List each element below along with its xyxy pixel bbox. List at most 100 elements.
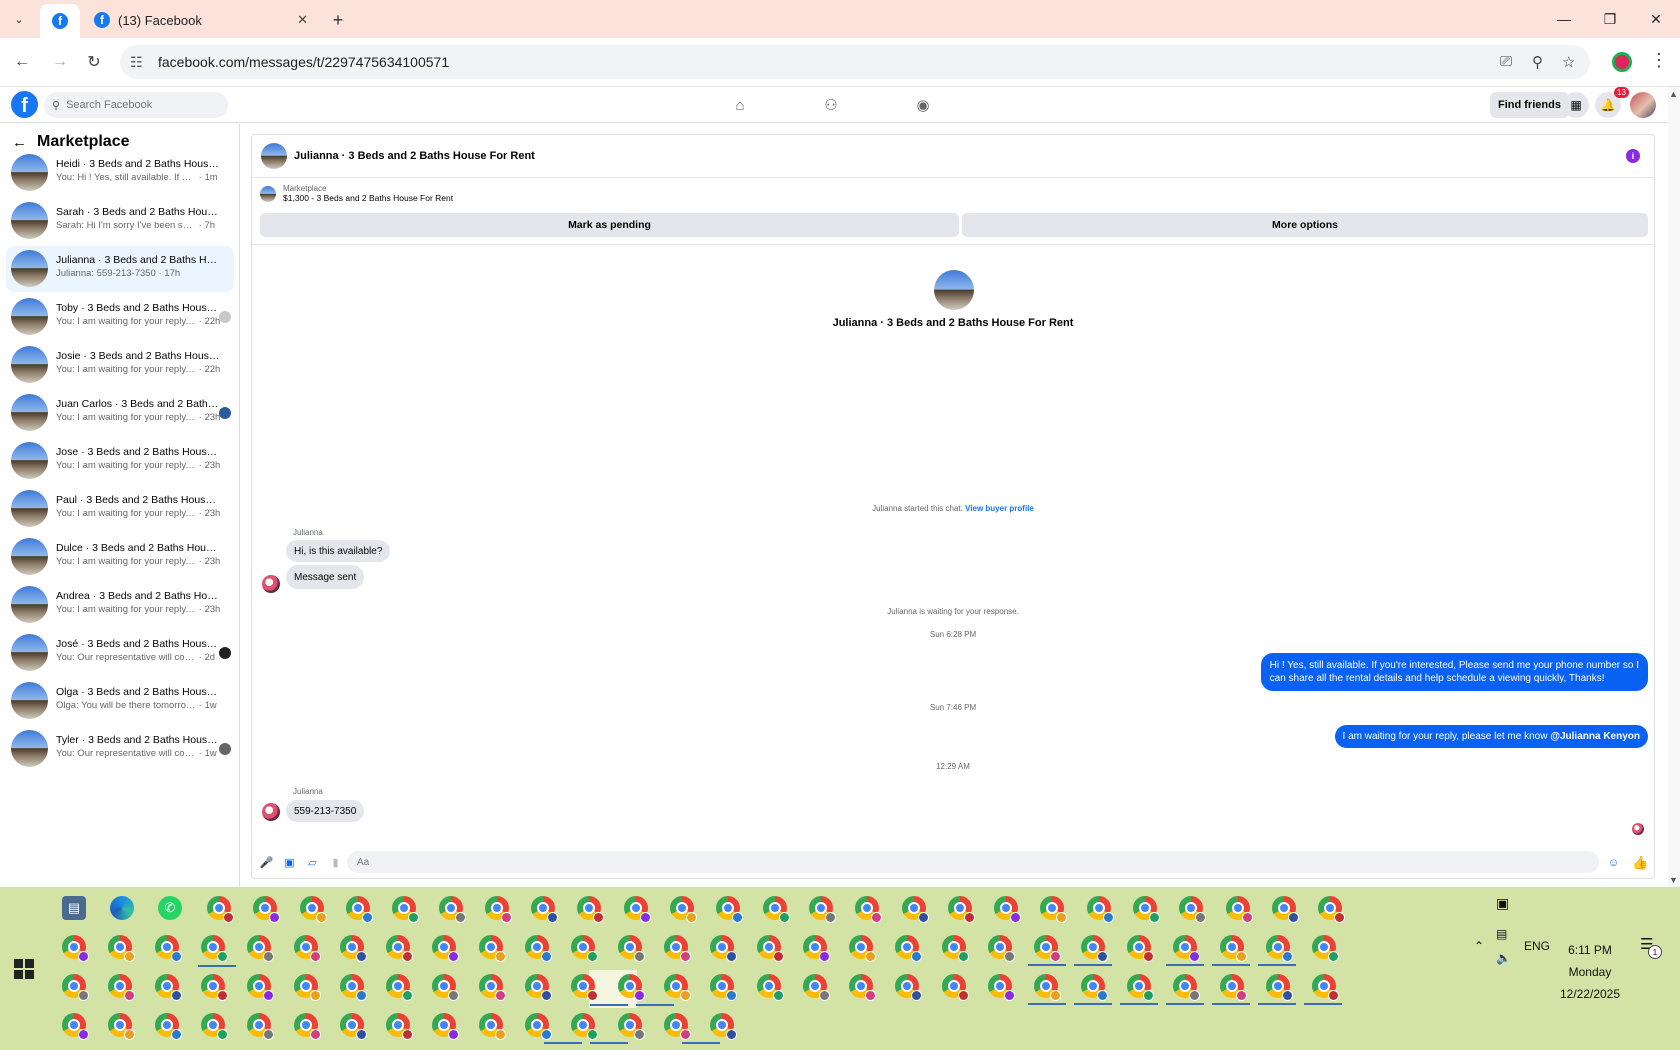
incoming-message[interactable]: 559-213-7350 [286,800,365,822]
chrome-icon[interactable] [901,896,929,923]
find-friends-button[interactable]: Find friends [1490,92,1569,118]
chrome-icon[interactable] [1034,935,1062,962]
conversation-item[interactable]: Sarah · 3 Beds and 2 Baths House For Ren… [6,198,234,244]
chrome-icon[interactable] [941,935,969,962]
page-scrollbar[interactable]: ▲ ▼ [1668,87,1680,887]
url-text[interactable]: facebook.com/messages/t/2297475634100571 [158,54,449,70]
chrome-icon[interactable] [1086,896,1114,923]
chrome-icon[interactable] [1265,974,1293,1001]
chrome-icon[interactable] [293,974,321,1001]
outgoing-message[interactable]: Hi ! Yes, still available. If you're int… [1260,653,1648,691]
chrome-icon[interactable] [247,974,275,1001]
chrome-icon[interactable] [710,1013,738,1040]
conversation-item[interactable]: Josie · 3 Beds and 2 Baths House For Ren… [6,342,234,388]
search-input[interactable] [66,99,217,111]
more-options-button[interactable]: More options [962,213,1648,237]
conversation-item[interactable]: Paul · 3 Beds and 2 Baths House For Rent… [6,486,234,532]
chrome-icon[interactable] [386,935,414,962]
chrome-icon[interactable] [525,1013,552,1040]
chrome-icon[interactable] [432,1013,460,1040]
chrome-icon[interactable] [525,974,552,1001]
chrome-icon[interactable] [207,896,234,923]
chrome-icon[interactable] [577,896,605,923]
chrome-icon[interactable] [617,974,645,1001]
chrome-icon[interactable] [253,896,281,923]
chrome-icon[interactable] [62,1013,89,1040]
groups-icon[interactable]: ◉ [914,96,932,114]
chrome-icon[interactable] [299,896,327,923]
chrome-icon[interactable] [1034,974,1062,1001]
account-avatar[interactable] [1630,92,1656,118]
restore-icon[interactable]: ❐ [1590,6,1630,32]
facebook-logo-icon[interactable]: f [11,91,38,118]
conversation-item[interactable]: Julianna · 3 Beds and 2 Baths House For … [6,246,234,292]
chrome-icon[interactable] [762,896,790,923]
tab-list-icon[interactable]: ⌄ [8,8,30,30]
chrome-icon[interactable] [1173,935,1201,962]
conversation-item[interactable]: Heidi · 3 Beds and 2 Baths House For Ren… [6,150,234,196]
chrome-icon[interactable] [531,896,559,923]
like-icon[interactable]: 👍 [1632,855,1648,870]
chrome-icon[interactable] [108,935,136,962]
mark-as-pending-button[interactable]: Mark as pending [260,213,959,237]
chrome-icon[interactable] [663,935,691,962]
chrome-icon[interactable] [1225,896,1253,923]
chrome-icon[interactable] [1219,974,1247,1001]
conversation-item[interactable]: Toby · 3 Beds and 2 Baths House For Rent… [6,294,234,340]
chrome-icon[interactable] [1265,935,1293,962]
message-input[interactable] [347,851,1599,873]
install-icon[interactable]: ⎚ [1500,53,1512,70]
incoming-message[interactable]: Message sent [286,565,365,589]
new-tab-button[interactable]: + [326,8,350,32]
chrome-icon[interactable] [432,935,460,962]
chrome-icon[interactable] [988,935,1015,962]
conversation-item[interactable]: Dulce · 3 Beds and 2 Baths House For Ren… [6,534,234,580]
chrome-icon[interactable] [392,896,420,923]
windows-start-icon[interactable] [14,959,34,979]
edge-icon[interactable] [110,896,134,920]
volume-icon[interactable]: 🔈 [1496,951,1511,965]
search-box[interactable]: ⚲ [44,92,228,118]
chrome-icon[interactable] [432,974,460,1001]
chrome-icon[interactable] [154,1013,182,1040]
chrome-icon[interactable] [617,935,645,962]
chevron-up-icon[interactable]: ⌃ [1474,939,1484,953]
chrome-icon[interactable] [339,935,367,962]
menu-grid-icon[interactable]: ▦ [1563,92,1589,118]
chrome-icon[interactable] [1173,974,1201,1001]
chrome-icon[interactable] [1040,896,1068,923]
chrome-icon[interactable] [293,935,321,962]
chrome-icon[interactable] [484,896,512,923]
language-indicator[interactable]: ENG [1524,939,1550,953]
conversation-item[interactable]: Juan Carlos · 3 Beds and 2 Baths House F… [6,390,234,436]
bookmark-star-icon[interactable]: ☆ [1562,53,1575,71]
chrome-icon[interactable] [247,935,275,962]
chrome-icon[interactable] [1080,935,1108,962]
chrome-icon[interactable] [1126,974,1154,1001]
chrome-icon[interactable] [994,896,1022,923]
info-icon[interactable]: i [1626,149,1640,163]
chrome-icon[interactable] [716,896,744,923]
chrome-icon[interactable] [1133,896,1160,923]
chrome-icon[interactable] [478,935,506,962]
forward-icon[interactable]: → [48,50,72,74]
chrome-icon[interactable] [855,896,883,923]
chrome-icon[interactable] [339,974,367,1001]
whatsapp-icon[interactable]: ✆ [158,896,182,920]
chrome-icon[interactable] [525,935,552,962]
site-settings-icon[interactable]: ☷ [130,54,148,71]
chrome-icon[interactable] [802,935,830,962]
network-icon[interactable]: ▤ [1496,927,1507,941]
chrome-icon[interactable] [108,974,136,1001]
chrome-icon[interactable] [200,1013,228,1040]
chrome-icon[interactable] [1179,896,1207,923]
conversation-item[interactable]: Andrea · 3 Beds and 2 Baths House For Re… [6,582,234,628]
chrome-icon[interactable] [849,974,877,1001]
chrome-icon[interactable] [247,1013,275,1040]
mention[interactable]: @Julianna Kenyon [1550,731,1640,742]
chrome-icon[interactable] [438,896,466,923]
profile-icon[interactable] [1612,52,1632,72]
conversation-item[interactable]: José · 3 Beds and 2 Baths House For Rent… [6,630,234,676]
back-arrow-icon[interactable]: ← [12,134,27,151]
chrome-icon[interactable] [571,935,599,962]
